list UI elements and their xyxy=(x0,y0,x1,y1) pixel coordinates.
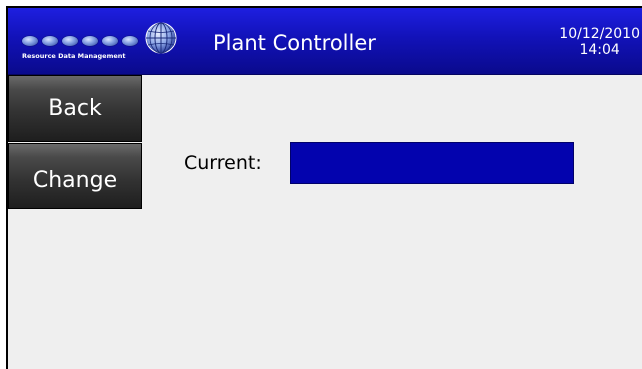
logo-dots xyxy=(22,36,138,46)
date-text: 10/12/2010 xyxy=(559,26,640,42)
date-time-display: 10/12/2010 14:04 xyxy=(559,26,640,58)
globe-icon xyxy=(145,22,177,54)
back-button[interactable]: Back xyxy=(8,75,142,142)
logo-dot xyxy=(62,36,78,46)
logo-text: Resource Data Management xyxy=(22,52,126,60)
time-text: 14:04 xyxy=(579,42,620,58)
company-logo: Resource Data Management xyxy=(20,16,177,66)
current-value-field[interactable] xyxy=(290,142,574,184)
logo-dot xyxy=(22,36,38,46)
app-title: Plant Controller xyxy=(213,31,376,55)
change-button[interactable]: Change xyxy=(8,143,142,209)
app-frame: Resource Data Management Plant Controlle… xyxy=(6,6,642,369)
logo-dot xyxy=(82,36,98,46)
current-label: Current: xyxy=(184,152,262,174)
logo-dot xyxy=(122,36,138,46)
logo-dot xyxy=(42,36,58,46)
header-bar: Resource Data Management Plant Controlle… xyxy=(8,8,642,75)
logo-dot xyxy=(102,36,118,46)
